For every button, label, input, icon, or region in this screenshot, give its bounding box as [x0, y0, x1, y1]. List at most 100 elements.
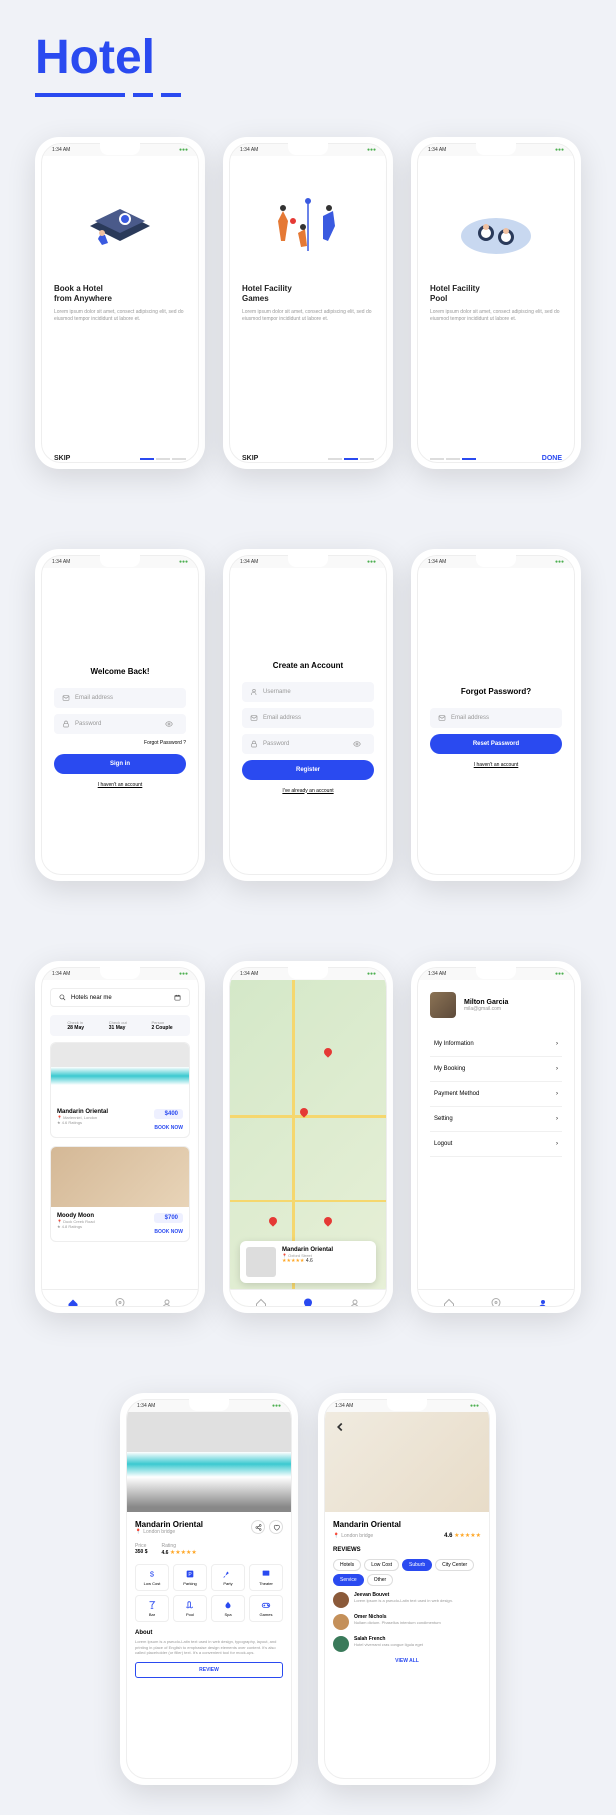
avatar[interactable] — [430, 992, 456, 1018]
reviews-heading: REVIEWS — [333, 1547, 481, 1553]
menu-my-information[interactable]: My Information› — [430, 1032, 562, 1057]
tag-service[interactable]: Service — [333, 1574, 364, 1586]
map-pin[interactable] — [324, 1217, 334, 1227]
onboard-illustration-pool — [430, 176, 562, 276]
password-field[interactable]: Password — [242, 734, 374, 754]
mail-icon — [62, 694, 70, 702]
email-field[interactable]: Email address — [242, 708, 374, 728]
no-account-link[interactable]: I haven't an account — [430, 762, 562, 768]
profile-icon[interactable] — [161, 1298, 173, 1307]
title-underline — [35, 93, 581, 97]
view-all-button[interactable]: VIEW ALL — [333, 1658, 481, 1664]
map-pin[interactable] — [300, 1108, 310, 1118]
map-icon[interactable] — [302, 1298, 314, 1307]
profile-icon[interactable] — [537, 1298, 549, 1307]
onboard-title: Book a Hotelfrom Anywhere — [54, 284, 186, 305]
review-item: Omer NicholsNullam dictum. Phasellus int… — [333, 1614, 481, 1630]
reviewer-avatar — [333, 1636, 349, 1652]
menu-payment-method[interactable]: Payment Method› — [430, 1082, 562, 1107]
book-button[interactable]: BOOK NOW — [154, 1125, 183, 1131]
map-pin[interactable] — [269, 1217, 279, 1227]
amenity-item[interactable]: Party — [211, 1564, 245, 1591]
done-button[interactable]: DONE — [542, 455, 562, 462]
signup-heading: Create an Account — [242, 661, 374, 670]
skip-button[interactable]: SKIP — [242, 455, 258, 462]
email-field[interactable]: Email address — [430, 708, 562, 728]
dollar-icon: $ — [147, 1569, 157, 1579]
amenity-item[interactable]: Pool — [173, 1595, 207, 1622]
phone-signup: 1:34 AM●●● Create an Account Username Em… — [223, 549, 393, 881]
menu-my-booking[interactable]: My Booking› — [430, 1057, 562, 1082]
tag-hotels[interactable]: Hotels — [333, 1559, 361, 1571]
amenities-grid: $Low Cost PParking Party Theater Bar Poo… — [135, 1564, 283, 1622]
amenity-item[interactable]: Games — [249, 1595, 283, 1622]
menu-setting[interactable]: Setting› — [430, 1107, 562, 1132]
party-icon — [223, 1569, 233, 1579]
email-field[interactable]: Email address — [54, 688, 186, 708]
phone-reviews: 1:34 AM●●● Mandarin Oriental 📍 London br… — [318, 1393, 496, 1785]
hotel-hero-image — [127, 1412, 291, 1512]
hotel-card[interactable]: Moody Moon📍 Duck Creek Road★ 4.8 Ratings… — [50, 1146, 190, 1242]
map-icon[interactable] — [114, 1298, 126, 1307]
forgot-link[interactable]: Forgot Password ? — [54, 740, 186, 746]
amenity-item[interactable]: Spa — [211, 1595, 245, 1622]
phone-signin: 1:34 AM●●● Welcome Back! Email address P… — [35, 549, 205, 881]
price-badge: $700 — [154, 1213, 183, 1223]
favorite-button[interactable] — [269, 1520, 283, 1534]
hotel-card[interactable]: Mandarin Oriental📍 Marlenniel, London★ 4… — [50, 1042, 190, 1138]
phone-profile: 1:34 AM●●● Milton Garciamila@gmail.com M… — [411, 961, 581, 1313]
tag-other[interactable]: Other — [367, 1574, 394, 1586]
page-title: Hotel — [35, 30, 581, 85]
progress-indicator — [140, 458, 186, 460]
hotel-location: 📍 London bridge — [135, 1529, 203, 1535]
amenity-item[interactable]: PParking — [173, 1564, 207, 1591]
signin-button[interactable]: Sign in — [54, 754, 186, 774]
bar-icon — [147, 1600, 157, 1610]
tag-lowcost[interactable]: Low Cost — [364, 1559, 399, 1571]
phone-forgot: 1:34 AM●●● Forgot Password? Email addres… — [411, 549, 581, 881]
user-icon — [250, 688, 258, 696]
map-hotel-card[interactable]: Mandarin Oriental📍 Oxford Street★★★★★ 4.… — [240, 1241, 376, 1283]
home-icon[interactable] — [255, 1298, 267, 1307]
map-pin[interactable] — [324, 1048, 334, 1058]
no-account-link[interactable]: I haven't an account — [54, 782, 186, 788]
amenity-item[interactable]: Bar — [135, 1595, 169, 1622]
back-icon[interactable] — [333, 1420, 347, 1434]
search-input[interactable]: Hotels near me — [50, 988, 190, 1007]
onboard-title: Hotel FacilityPool — [430, 284, 562, 305]
have-account-link[interactable]: I've already an account — [242, 788, 374, 794]
password-field[interactable]: Password — [54, 714, 186, 734]
review-item: Jeevan BouvetLorem Ipsum is a pseudo-Lat… — [333, 1592, 481, 1608]
profile-name: Milton Garcia — [464, 999, 508, 1006]
menu-logout[interactable]: Logout› — [430, 1132, 562, 1157]
hotel-location: 📍 London bridge — [333, 1533, 373, 1539]
reset-button[interactable]: Reset Password — [430, 734, 562, 754]
home-icon[interactable] — [67, 1298, 79, 1307]
book-button[interactable]: BOOK NOW — [154, 1229, 183, 1235]
eye-icon[interactable] — [165, 720, 173, 728]
review-item: Salah FrenchHotel viverrami cras congue … — [333, 1636, 481, 1652]
map-view[interactable]: Mandarin Oriental📍 Oxford Street★★★★★ 4.… — [230, 980, 386, 1307]
profile-icon[interactable] — [349, 1298, 361, 1307]
games-icon — [261, 1600, 271, 1610]
hotel-thumb — [246, 1247, 276, 1277]
map-icon[interactable] — [490, 1298, 502, 1307]
home-icon[interactable] — [443, 1298, 455, 1307]
register-button[interactable]: Register — [242, 760, 374, 780]
tag-suburb[interactable]: Suburb — [402, 1559, 432, 1571]
share-button[interactable] — [251, 1520, 265, 1534]
filter-bar[interactable]: Check in28 May Check out31 May Person2 C… — [50, 1015, 190, 1036]
bottom-nav — [418, 1289, 574, 1307]
onboard-desc: Lorem ipsum dolor sit amet, consect adip… — [54, 309, 186, 323]
phone-onboard-2: 1:34 AM●●● Hotel FacilityGames Lorem ips… — [223, 137, 393, 469]
calendar-icon[interactable] — [174, 994, 181, 1001]
username-field[interactable]: Username — [242, 682, 374, 702]
amenity-item[interactable]: Theater — [249, 1564, 283, 1591]
tag-citycenter[interactable]: City Center — [435, 1559, 474, 1571]
parking-icon: P — [185, 1569, 195, 1579]
forgot-heading: Forgot Password? — [430, 687, 562, 696]
amenity-item[interactable]: $Low Cost — [135, 1564, 169, 1591]
eye-icon[interactable] — [353, 740, 361, 748]
review-button[interactable]: REVIEW — [135, 1662, 283, 1678]
skip-button[interactable]: SKIP — [54, 455, 70, 462]
